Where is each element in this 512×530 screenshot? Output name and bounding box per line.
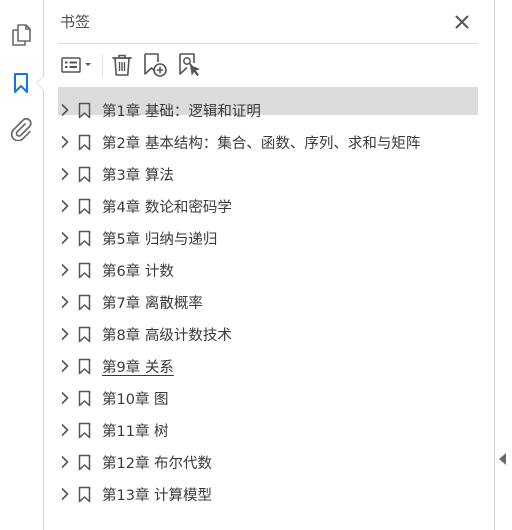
bookmark-label[interactable]: 第4章 数论和密码学	[102, 196, 232, 217]
chevron-right-icon[interactable]	[58, 135, 72, 149]
options-menu-button[interactable]	[58, 51, 98, 79]
bookmark-label[interactable]: 第10章 图	[102, 388, 169, 409]
bookmark-label[interactable]: 第13章 计算模型	[102, 484, 212, 505]
find-current-bookmark-button[interactable]	[176, 51, 204, 79]
bookmark-label[interactable]: 第8章 高级计数技术	[102, 324, 232, 345]
chevron-right-icon[interactable]	[58, 391, 72, 405]
bookmark-icon	[78, 133, 92, 151]
bookmark-list: 第1章 基础：逻辑和证明第2章 基本结构：集合、函数、序列、求和与矩阵 第3章 算…	[54, 94, 484, 510]
bookmark-item[interactable]: 第7章 离散概率	[54, 286, 484, 318]
bookmark-icon	[78, 421, 92, 439]
bookmark-item[interactable]: 第8章 高级计数技术	[54, 318, 484, 350]
new-bookmark-icon	[144, 53, 167, 77]
chevron-right-icon[interactable]	[58, 263, 72, 277]
bookmarks-panel: 书签 第1章 基础：逻辑和证明 第2章 基本结构：集合、函数、序列、求和与矩阵 …	[44, 0, 494, 530]
find-bookmark-icon	[179, 53, 200, 77]
delete-bookmark-button[interactable]	[108, 51, 136, 79]
bookmark-item[interactable]: 第11章 树	[54, 414, 484, 446]
bookmark-icon	[78, 229, 92, 247]
active-rail-pointer	[36, 75, 44, 91]
bookmark-label[interactable]: 第11章 树	[102, 420, 169, 441]
bookmark-item[interactable]: 第2章 基本结构：集合、函数、序列、求和与矩阵	[54, 126, 484, 158]
bookmark-item[interactable]: 第1章 基础：逻辑和证明	[54, 94, 484, 126]
bookmark-icon	[78, 293, 92, 311]
bookmark-label[interactable]: 第1章 基础：逻辑和证明	[102, 100, 261, 121]
bookmark-icon	[14, 73, 28, 93]
chevron-right-icon[interactable]	[58, 487, 72, 501]
close-icon	[455, 15, 469, 29]
new-bookmark-button[interactable]	[141, 51, 169, 79]
chevron-right-icon[interactable]	[58, 167, 72, 181]
bookmark-label[interactable]: 第9章 关系	[102, 356, 174, 377]
bookmark-icon	[78, 453, 92, 471]
chevron-right-icon[interactable]	[58, 327, 72, 341]
bookmark-item[interactable]: 第6章 计数	[54, 254, 484, 286]
bookmark-item[interactable]: 第5章 归纳与递归	[54, 222, 484, 254]
bookmark-label[interactable]: 第7章 离散概率	[102, 292, 203, 313]
bookmark-item[interactable]: 第13章 计算模型	[54, 478, 484, 510]
chevron-right-icon[interactable]	[58, 231, 72, 245]
bookmark-icon	[78, 485, 92, 503]
bookmark-icon	[78, 389, 92, 407]
bookmark-icon	[78, 101, 92, 119]
header-divider	[58, 43, 478, 44]
bookmark-icon	[78, 197, 92, 215]
bookmark-label[interactable]: 第3章 算法	[102, 164, 174, 185]
chevron-right-icon[interactable]	[58, 295, 72, 309]
chevron-right-icon[interactable]	[58, 103, 72, 117]
bookmark-icon	[78, 357, 92, 375]
navigation-rail	[0, 0, 44, 530]
bookmark-item[interactable]: 第12章 布尔代数	[54, 446, 484, 478]
trash-icon	[112, 54, 132, 76]
bookmarks-button[interactable]	[7, 69, 35, 97]
bookmark-icon	[78, 261, 92, 279]
options-menu-icon	[61, 57, 91, 73]
page-thumbnails-button[interactable]	[7, 21, 35, 49]
attachments-button[interactable]	[7, 115, 35, 143]
close-panel-button[interactable]	[452, 12, 472, 32]
bookmark-item[interactable]: 第4章 数论和密码学	[54, 190, 484, 222]
panel-title: 书签	[60, 13, 91, 31]
bookmark-icon	[78, 165, 92, 183]
bookmark-item[interactable]: 第9章 关系	[54, 350, 484, 382]
chevron-right-icon[interactable]	[58, 199, 72, 213]
chevron-right-icon[interactable]	[58, 359, 72, 373]
panel-collapse-strip	[494, 0, 512, 530]
bookmark-label[interactable]: 第2章 基本结构：集合、函数、序列、求和与矩阵	[102, 132, 420, 153]
bookmark-icon	[78, 325, 92, 343]
chevron-right-icon[interactable]	[58, 455, 72, 469]
toolbar-divider	[102, 54, 103, 76]
bookmark-label[interactable]: 第6章 计数	[102, 260, 174, 281]
bookmark-item[interactable]: 第3章 算法	[54, 158, 484, 190]
chevron-right-icon[interactable]	[58, 423, 72, 437]
bookmark-label[interactable]: 第5章 归纳与递归	[102, 228, 217, 249]
collapse-arrow-icon[interactable]	[499, 453, 506, 465]
pages-icon	[12, 24, 31, 46]
bookmark-item[interactable]: 第10章 图	[54, 382, 484, 414]
bookmark-label[interactable]: 第12章 布尔代数	[102, 452, 212, 473]
paperclip-icon	[10, 117, 32, 141]
